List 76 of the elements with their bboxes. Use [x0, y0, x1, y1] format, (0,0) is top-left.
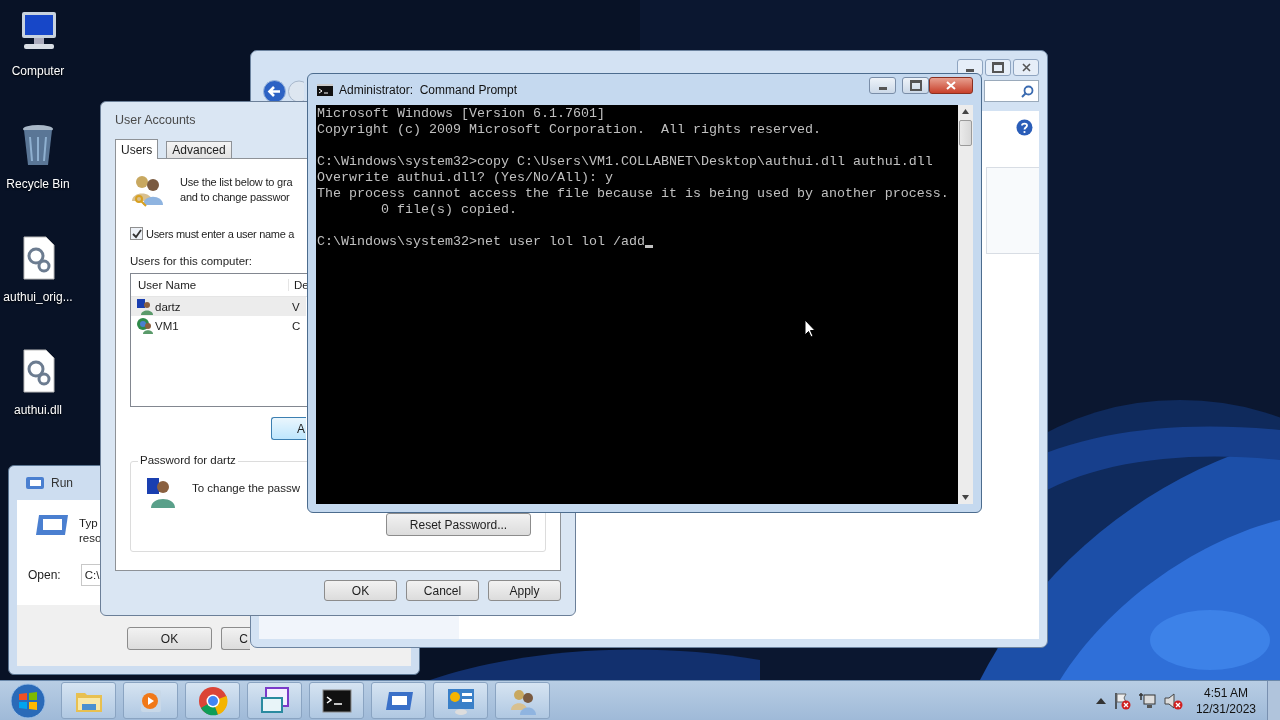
table-cell: VM1 [155, 319, 179, 332]
terminal-line: The process cannot access the file because it is being used by another process. [317, 186, 949, 202]
user-icon [136, 298, 153, 315]
maximize-icon [909, 80, 922, 91]
browser-icon [197, 685, 228, 716]
run-icon [25, 476, 45, 490]
search-field[interactable] [984, 80, 1039, 102]
users-icon [130, 173, 164, 207]
checkbox[interactable] [130, 227, 143, 240]
scrollbar[interactable] [958, 105, 973, 504]
maximize-button[interactable] [985, 59, 1011, 76]
maximize-button[interactable] [902, 77, 929, 94]
terminal-line: C:\Windows\system32>net user lol lol /add [317, 234, 645, 250]
close-button[interactable] [1013, 59, 1039, 76]
windows-icon [259, 685, 290, 716]
clock-time: 4:51 AM [1203, 684, 1248, 701]
window-title: User Accounts [115, 113, 196, 127]
icon-label: Computer [11, 64, 65, 78]
minimize-icon [878, 87, 887, 90]
dialog-button[interactable]: OK [324, 580, 397, 601]
scroll-thumb[interactable] [959, 120, 972, 146]
tab[interactable]: Advanced [166, 141, 232, 158]
run-icon [35, 514, 69, 536]
terminal-line: Overwrite authui.dll? (Yes/No/All): y [317, 170, 613, 186]
terminal-icon [317, 83, 333, 96]
window-title: Run [51, 476, 73, 490]
user-icon [145, 476, 177, 508]
close-icon [946, 81, 956, 90]
terminal-line: C:\Windows\system32>copy C:\Users\VM1.COLLABNET\Desktop\authui.dll authui.dll [317, 154, 933, 170]
minimize-icon [966, 69, 974, 72]
terminal-line: Microsoft Windows [Version 6.1.7601] [317, 106, 605, 122]
list-row[interactable]: dartz V [131, 297, 306, 316]
dialog-button[interactable]: OK [127, 627, 212, 650]
scroll-up-icon[interactable] [962, 109, 969, 114]
icon-label: Recycle Bin [6, 177, 70, 191]
table-cell-text: V [291, 300, 300, 313]
search-icon [1021, 84, 1034, 98]
icon-label: authui_orig... [3, 290, 73, 304]
list-row[interactable]: VM1 C [131, 316, 306, 335]
minimize-button[interactable] [869, 77, 896, 94]
tab[interactable]: Users [115, 139, 159, 159]
close-icon [1021, 63, 1031, 72]
clock-date: 12/31/2023 [1195, 700, 1256, 717]
maximize-icon [992, 62, 1004, 73]
help-icon[interactable] [1016, 119, 1033, 136]
dialog-button[interactable]: Apply [488, 580, 561, 601]
add-button[interactable]: A [271, 417, 306, 440]
open-field[interactable]: C:\ [80, 564, 100, 586]
window-title: Administrator: Command Prompt [339, 82, 518, 97]
start-button[interactable] [8, 681, 48, 720]
terminal-line: Copyright (c) 2009 Microsoft Corporation. All rights reserved. [317, 122, 821, 138]
table-cell-text: C [291, 319, 301, 332]
back-button[interactable] [263, 80, 286, 101]
instruction-text: Use the list below to gra and to change passwor [180, 175, 293, 205]
list-label: Users for this computer: [130, 255, 254, 267]
close-button[interactable] [929, 77, 973, 94]
scroll-down-icon[interactable] [962, 495, 969, 500]
speaker-muted-icon[interactable] [1162, 691, 1183, 710]
globe-user-icon [136, 317, 153, 334]
show-hidden-icons-button[interactable] [1095, 697, 1106, 704]
icon-label: authui.dll [13, 403, 62, 417]
flag-warning-icon[interactable] [1112, 691, 1131, 710]
mouse-pointer-icon [804, 319, 816, 338]
table-cell: dartz [155, 300, 181, 313]
dialog-button[interactable]: C [221, 627, 250, 650]
description-text: To change the passw [192, 482, 301, 494]
column-header[interactable]: User Name [131, 279, 289, 291]
terminal-line: 0 file(s) copied. [380, 202, 517, 218]
dialog-button[interactable]: Cancel [406, 580, 479, 601]
group-title: Password for dartz [138, 454, 238, 466]
field-label: Open: [28, 568, 61, 582]
clock[interactable]: 4:51 AM 12/31/2023 [1195, 684, 1256, 717]
taskbar-button[interactable] [309, 682, 364, 719]
network-icon[interactable] [1137, 691, 1156, 710]
reset-password-button[interactable]: Reset Password... [386, 513, 531, 536]
checkbox-label: Users must enter a user name a [146, 227, 295, 240]
